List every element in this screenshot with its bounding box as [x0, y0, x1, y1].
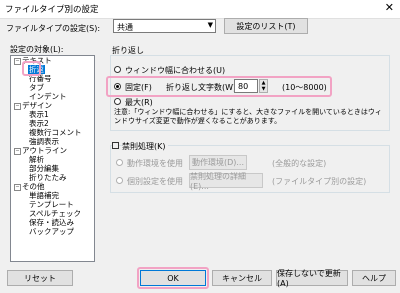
tree-item-text[interactable]: テキスト — [22, 56, 52, 65]
collapse-icon[interactable]: − — [14, 184, 21, 191]
kinsoku-checkbox[interactable] — [112, 142, 119, 149]
tree-item-wrap[interactable]: 折返 — [28, 65, 45, 74]
wrap-note: 注意:「ウィンドウ幅に合わせる」にすると、大きなファイルを開いているときはウィン… — [114, 108, 382, 125]
tree-item-analysis[interactable]: 解析 — [29, 155, 44, 164]
tree-item-template[interactable]: テンプレート — [29, 200, 74, 209]
kinsoku-detail-button[interactable]: 禁則処理の詳細(E)... — [189, 172, 263, 191]
tree-item-display2[interactable]: 表示2 — [29, 119, 49, 128]
radio-window-width[interactable] — [114, 66, 121, 73]
filetype-value: 共通 — [117, 23, 133, 32]
wrap-chars-input[interactable]: 80 — [234, 79, 258, 93]
wrap-chars-value: 80 — [238, 82, 249, 91]
collapse-icon[interactable]: − — [14, 148, 21, 155]
env-button[interactable]: 動作環境(D)... — [189, 155, 247, 170]
radio-use-env[interactable] — [116, 159, 123, 166]
settings-list-button[interactable]: 設定のリスト(T) — [224, 18, 308, 34]
chevron-down-icon: ▼ — [207, 21, 213, 29]
radio-individual[interactable] — [116, 177, 123, 184]
save-no-update-button[interactable]: 保存しないで更新(A) — [276, 269, 348, 288]
radio-fixed-label[interactable]: 固定(F) — [125, 82, 152, 93]
tree-label: 設定の対象(L): — [10, 45, 64, 54]
tree-item-emphasis[interactable]: 強調表示 — [29, 137, 59, 146]
window-title: ファイルタイプ別の設定 — [5, 5, 99, 15]
ok-button[interactable]: OK — [140, 270, 206, 286]
radio-window-width-label[interactable]: ウィンドウ幅に合わせる(U) — [125, 65, 225, 76]
tree-item-other[interactable]: その他 — [22, 182, 45, 191]
cancel-button[interactable]: キャンセル — [212, 270, 272, 286]
tree-item-design[interactable]: デザイン — [22, 101, 52, 110]
close-icon[interactable]: ✕ — [385, 1, 394, 14]
tree-item-word-complete[interactable]: 単語補完 — [29, 191, 59, 200]
tree-item-outline[interactable]: アウトライン — [22, 146, 67, 155]
collapse-icon[interactable]: − — [14, 103, 21, 110]
tree-item-display1[interactable]: 表示1 — [29, 110, 49, 119]
radio-max-label[interactable]: 最大(R) — [125, 97, 153, 108]
reset-button[interactable]: リセット — [7, 270, 73, 286]
collapse-icon[interactable]: − — [14, 58, 21, 65]
tree-item-spellcheck[interactable]: スペルチェック — [29, 209, 81, 218]
title-bar: ファイルタイプ別の設定 ✕ — [0, 0, 400, 19]
tree-item-tab[interactable]: タブ — [29, 83, 44, 92]
filetype-label: ファイルタイプの設定(S): — [6, 24, 101, 33]
radio-max[interactable] — [114, 98, 121, 105]
radio-fixed[interactable] — [114, 83, 121, 90]
kinsoku-title[interactable]: 禁則処理(K) — [122, 141, 168, 152]
tree-item-folding[interactable]: 折りたたみ — [29, 173, 67, 182]
tree-item-backup[interactable]: バックアップ — [29, 227, 74, 236]
spin-down-icon[interactable]: ▼ — [260, 86, 267, 92]
tree-item-save-load[interactable]: 保存・読込み — [29, 218, 74, 227]
filetype-select[interactable]: 共通 ▼ — [113, 19, 216, 33]
radio-use-env-label[interactable]: 動作環境を使用 — [127, 158, 183, 169]
tree-item-lineno[interactable]: 行番号 — [29, 74, 52, 83]
tree-item-multiline-comment[interactable]: 複数行コメント — [29, 128, 82, 137]
detail-note: (ファイルタイプ別の設定) — [272, 177, 367, 186]
wrap-chars-label: 折り返し文字数(W): — [166, 83, 239, 92]
tree-item-multi-edit[interactable]: 部分編集 — [29, 164, 59, 173]
wrap-chars-spinner[interactable]: ▲ ▼ — [259, 79, 268, 93]
settings-tree[interactable]: − テキスト 折返 行番号 タブ インデント − デザイン 表示1 表示2 複数… — [10, 55, 95, 262]
help-button[interactable]: ヘルプ — [352, 270, 396, 286]
radio-individual-label[interactable]: 個別設定を使用 — [127, 176, 183, 187]
wrap-chars-range: (10〜8000) — [282, 83, 327, 92]
env-note: (全般的な設定) — [272, 159, 327, 168]
tree-item-indent[interactable]: インデント — [29, 92, 67, 101]
